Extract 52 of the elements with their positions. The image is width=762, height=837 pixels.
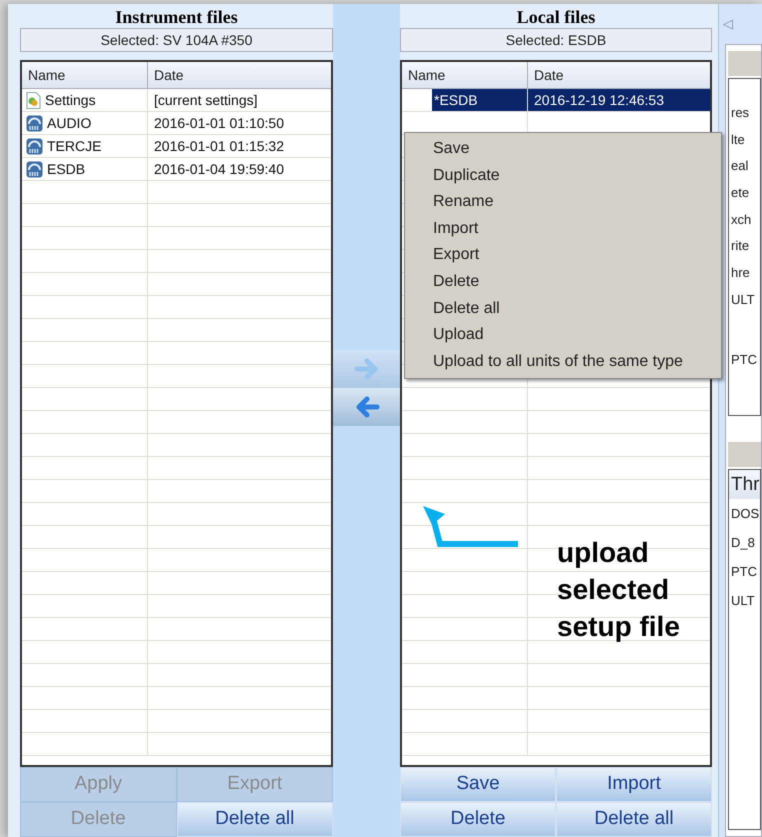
file-date[interactable]: 2016-01-04 19:59:40 [148,158,331,180]
file-name[interactable]: ESDB [45,158,88,180]
action-button[interactable]: Delete all [556,802,712,837]
settings-file-icon [26,92,41,108]
list-item: ULT [731,292,756,308]
list-item: DOS [730,505,760,523]
list-item: eal [731,158,750,174]
list-item: rite [731,238,750,254]
file-name[interactable]: TERCJE [45,135,104,157]
list-item: PTC [731,352,758,368]
menu-item[interactable]: Delete all [405,296,721,322]
setup-file-icon [26,160,43,178]
column-header[interactable]: Date [148,62,331,88]
file-date[interactable]: 2016-01-01 01:15:32 [148,135,331,157]
section-header [728,442,761,467]
selected-label: Selected: ESDB [400,28,712,52]
list-item: ete [731,185,750,202]
setup-file-icon [26,138,43,154]
action-button[interactable]: Save [400,767,556,802]
list-item: xch [731,212,752,228]
list-item: PTC [730,563,758,581]
action-button[interactable]: Import [556,767,712,802]
setup-file-icon [26,114,43,132]
menu-item[interactable]: Import [405,216,721,242]
list-item: res [731,105,750,121]
list-item: hre [731,265,751,282]
file-date[interactable]: 2016-01-01 01:10:50 [148,112,331,134]
file-name[interactable]: AUDIO [45,112,94,134]
menu-item[interactable]: Export [405,242,721,269]
list-item: D_8 [730,534,756,552]
column-header[interactable]: Date [528,62,710,88]
column-header[interactable]: Name [22,62,148,88]
action-button[interactable]: Delete all [176,802,333,837]
menu-item[interactable]: Duplicate [405,162,721,190]
menu-item[interactable]: Delete [405,268,721,296]
transfer-button[interactable] [333,388,400,426]
list-item: ULT [730,592,756,610]
annotation-text: upload selected setup file [557,536,681,644]
file-name[interactable]: Settings [43,89,98,111]
list-item: lte [731,132,746,148]
column-header[interactable]: Thr [729,470,760,499]
file-name[interactable]: *ESDB [432,89,527,111]
section-header [728,51,761,76]
menu-item[interactable]: Save [405,136,721,163]
menu-item[interactable]: Upload [405,322,721,349]
selected-label: Selected: SV 104A #350 [20,28,333,52]
menu-item[interactable]: Rename [405,189,721,216]
action-button[interactable]: Delete [400,802,556,837]
column-header[interactable]: Name [402,62,528,88]
menu-item[interactable]: Upload to all units of the same type [405,348,721,376]
file-date[interactable]: [current settings] [148,89,331,111]
file-date[interactable]: 2016-12-19 12:46:53 [528,89,710,111]
